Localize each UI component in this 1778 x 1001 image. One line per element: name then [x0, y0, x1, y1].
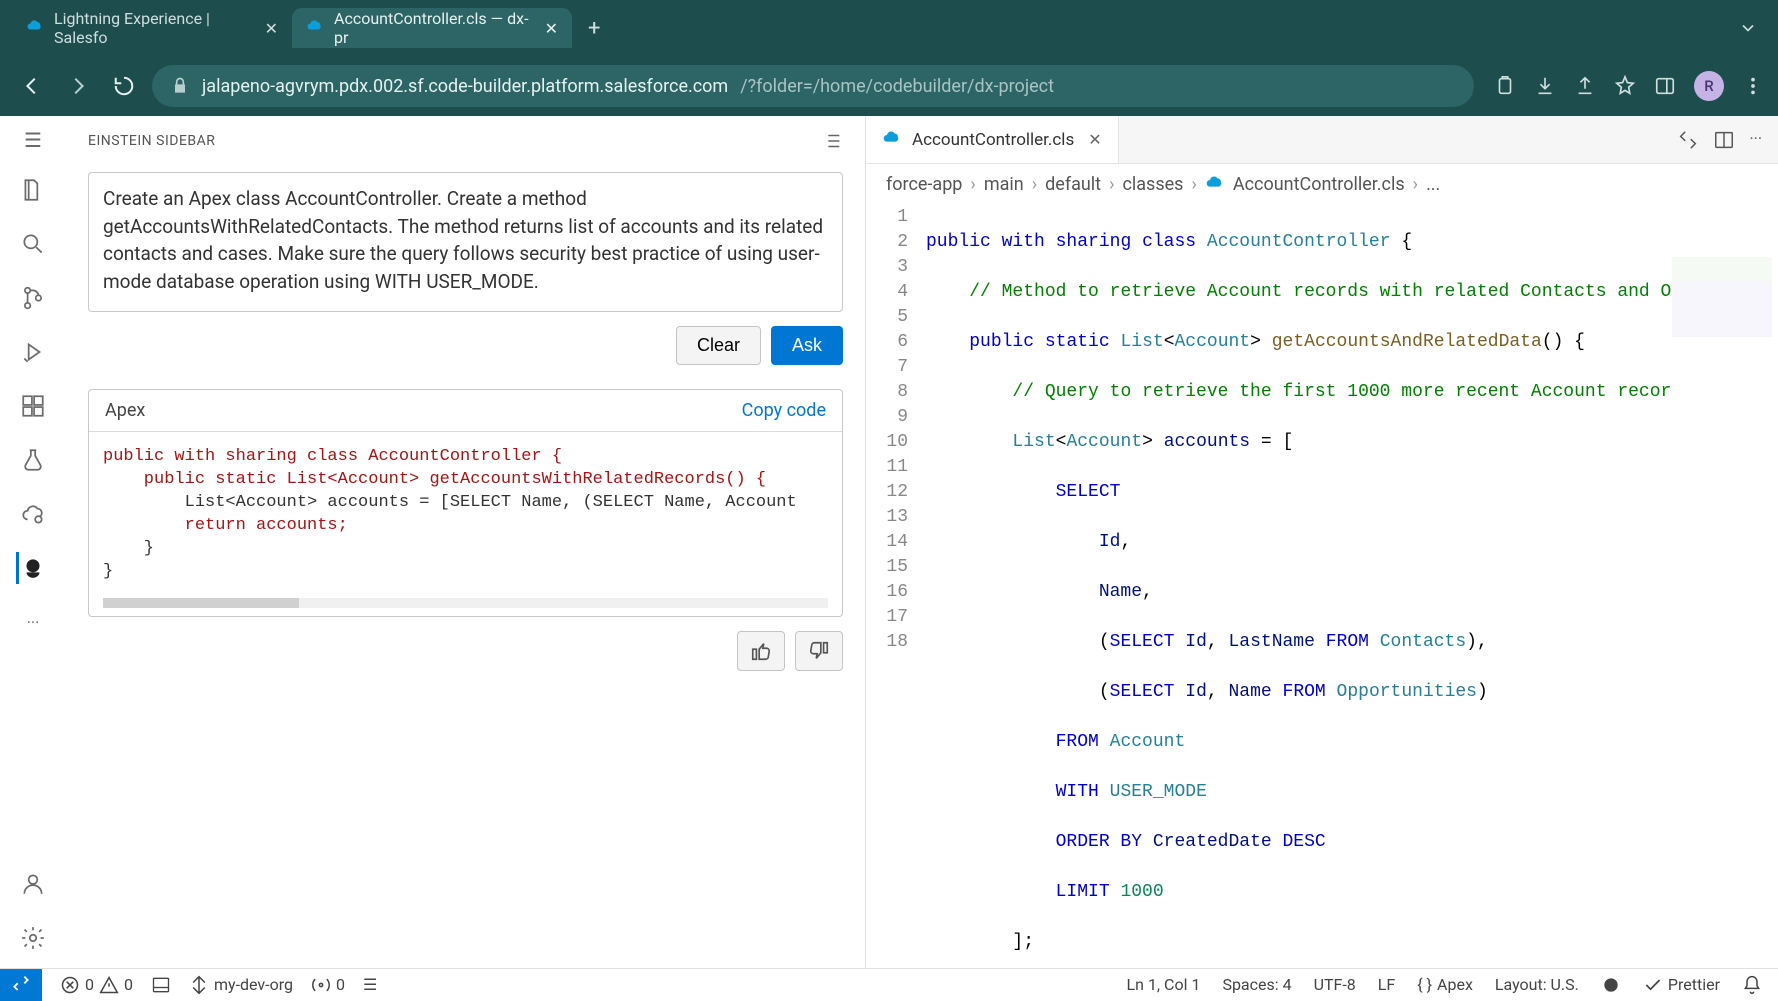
breadcrumb-segment[interactable]: force-app [886, 174, 962, 195]
thumbs-down-button[interactable] [795, 631, 843, 671]
line-gutter: 123456789101112131415161718 [866, 205, 926, 968]
breadcrumb-segment[interactable]: classes [1122, 174, 1183, 195]
encoding[interactable]: UTF-8 [1314, 975, 1356, 994]
org-indicator[interactable]: my-dev-org [189, 975, 293, 995]
side-panel-icon[interactable] [1654, 75, 1676, 97]
ask-button[interactable]: Ask [771, 326, 843, 365]
salesforce-cloud-icon [1205, 175, 1225, 195]
breadcrumb-segment[interactable]: main [984, 174, 1024, 195]
more-icon[interactable]: ··· [17, 606, 49, 638]
more-actions-icon[interactable]: ··· [1749, 129, 1762, 151]
prompt-actions: Clear Ask [88, 326, 843, 365]
cursor-position[interactable]: Ln 1, Col 1 [1127, 975, 1201, 994]
compare-icon[interactable] [1677, 129, 1699, 151]
breadcrumbs[interactable]: force-app› main› default› classes› Accou… [866, 164, 1778, 205]
url-path: /?folder=/home/codebuilder/dx-project [740, 76, 1054, 97]
toolbar-right: R [1484, 71, 1764, 101]
horizontal-scrollbar[interactable] [103, 598, 828, 608]
einstein-icon[interactable] [16, 552, 48, 584]
panel-toggle-icon[interactable] [151, 975, 171, 995]
breadcrumb-segment[interactable]: AccountController.cls [1233, 174, 1405, 195]
editor-area: AccountController.cls ✕ ··· force-app› m… [866, 116, 1778, 968]
code-language-label: Apex [105, 400, 145, 421]
list-icon[interactable] [821, 130, 843, 152]
close-icon[interactable]: ✕ [265, 19, 278, 38]
browser-chrome: Lightning Experience | Salesfo ✕ Account… [0, 0, 1778, 116]
broadcast-indicator[interactable]: 0 [311, 975, 345, 995]
cloud-icon[interactable] [17, 498, 49, 530]
address-bar-row: jalapeno-agvrym.pdx.002.sf.code-builder.… [0, 56, 1778, 116]
code-lines[interactable]: public with sharing class AccountControl… [926, 205, 1778, 968]
hamburger-icon[interactable]: ☰ [24, 128, 42, 152]
download-icon[interactable] [1534, 75, 1556, 97]
salesforce-cloud-icon [26, 19, 44, 37]
tab-bar: Lightning Experience | Salesfo ✕ Account… [0, 0, 1778, 56]
url-domain: jalapeno-agvrym.pdx.002.sf.code-builder.… [202, 76, 728, 97]
account-icon[interactable] [17, 868, 49, 900]
code-editor[interactable]: 123456789101112131415161718 public with … [866, 205, 1778, 968]
status-bar: 0 0 my-dev-org 0 ☰ Ln 1, Col 1 Spaces: 4… [0, 968, 1778, 1000]
browser-tab-2[interactable]: AccountController.cls — dx-pr ✕ [292, 8, 572, 48]
copilot-icon[interactable] [1601, 975, 1621, 995]
explorer-icon[interactable] [17, 174, 49, 206]
prompt-textarea[interactable] [88, 172, 843, 312]
browser-tab-2-title: AccountController.cls — dx-pr [334, 9, 529, 47]
new-tab-button[interactable]: + [572, 16, 616, 41]
search-icon[interactable] [17, 228, 49, 260]
problems-indicator[interactable]: 0 0 [60, 975, 133, 995]
code-body[interactable]: public with sharing class AccountControl… [89, 432, 842, 598]
indentation[interactable]: Spaces: 4 [1222, 975, 1291, 994]
activity-bar: ☰ ··· [0, 116, 66, 968]
forward-button[interactable] [60, 68, 96, 104]
code-result-card: Apex Copy code public with sharing class… [88, 389, 843, 617]
extensions-icon[interactable] [17, 390, 49, 422]
language-mode[interactable]: { } Apex [1417, 975, 1473, 994]
gear-icon[interactable] [17, 922, 49, 954]
editor-tab-label: AccountController.cls [912, 130, 1074, 150]
thumbs-up-button[interactable] [737, 631, 785, 671]
run-debug-icon[interactable] [17, 336, 49, 368]
notifications-icon[interactable] [1742, 975, 1762, 995]
editor-tab-bar: AccountController.cls ✕ ··· [866, 116, 1778, 164]
copy-code-button[interactable]: Copy code [742, 400, 826, 421]
remote-indicator[interactable] [0, 969, 42, 1001]
source-control-icon[interactable] [17, 282, 49, 314]
editor-actions: ··· [1677, 129, 1778, 151]
close-icon[interactable]: ✕ [545, 19, 558, 38]
testing-icon[interactable] [17, 444, 49, 476]
code-card-header: Apex Copy code [89, 390, 842, 432]
status-right: Ln 1, Col 1 Spaces: 4 UTF-8 LF { } Apex … [1127, 975, 1778, 995]
salesforce-cloud-icon [306, 19, 324, 37]
eol[interactable]: LF [1378, 975, 1395, 994]
salesforce-cloud-icon [882, 130, 902, 150]
main: ☰ ··· EINSTEIN SIDEBAR Clear Ask Apex Co… [0, 116, 1778, 968]
star-icon[interactable] [1614, 75, 1636, 97]
chrome-menu-icon[interactable] [1738, 18, 1778, 38]
einstein-sidebar: EINSTEIN SIDEBAR Clear Ask Apex Copy cod… [66, 116, 866, 968]
minimap[interactable] [1672, 257, 1772, 337]
einstein-title: EINSTEIN SIDEBAR [88, 133, 215, 149]
back-button[interactable] [14, 68, 50, 104]
menu-icon[interactable]: ☰ [363, 975, 377, 994]
breadcrumb-segment[interactable]: ... [1426, 174, 1440, 195]
kebab-icon[interactable] [1742, 75, 1764, 97]
reload-button[interactable] [106, 68, 142, 104]
address-bar[interactable]: jalapeno-agvrym.pdx.002.sf.code-builder.… [152, 65, 1474, 107]
keyboard-layout[interactable]: Layout: U.S. [1495, 975, 1579, 994]
lock-icon [170, 76, 190, 96]
split-editor-icon[interactable] [1713, 129, 1735, 151]
browser-tab-1-title: Lightning Experience | Salesfo [54, 9, 249, 47]
breadcrumb-segment[interactable]: default [1045, 174, 1101, 195]
close-icon[interactable]: ✕ [1088, 130, 1101, 149]
editor-tab[interactable]: AccountController.cls ✕ [866, 116, 1119, 163]
prettier-indicator[interactable]: Prettier [1643, 975, 1720, 995]
avatar[interactable]: R [1694, 71, 1724, 101]
einstein-header: EINSTEIN SIDEBAR [66, 116, 865, 162]
clear-button[interactable]: Clear [676, 326, 761, 365]
status-left: 0 0 my-dev-org 0 ☰ [0, 969, 377, 1001]
feedback-row [88, 631, 843, 671]
clipboard-icon[interactable] [1494, 75, 1516, 97]
browser-tab-1[interactable]: Lightning Experience | Salesfo ✕ [12, 8, 292, 48]
share-icon[interactable] [1574, 75, 1596, 97]
